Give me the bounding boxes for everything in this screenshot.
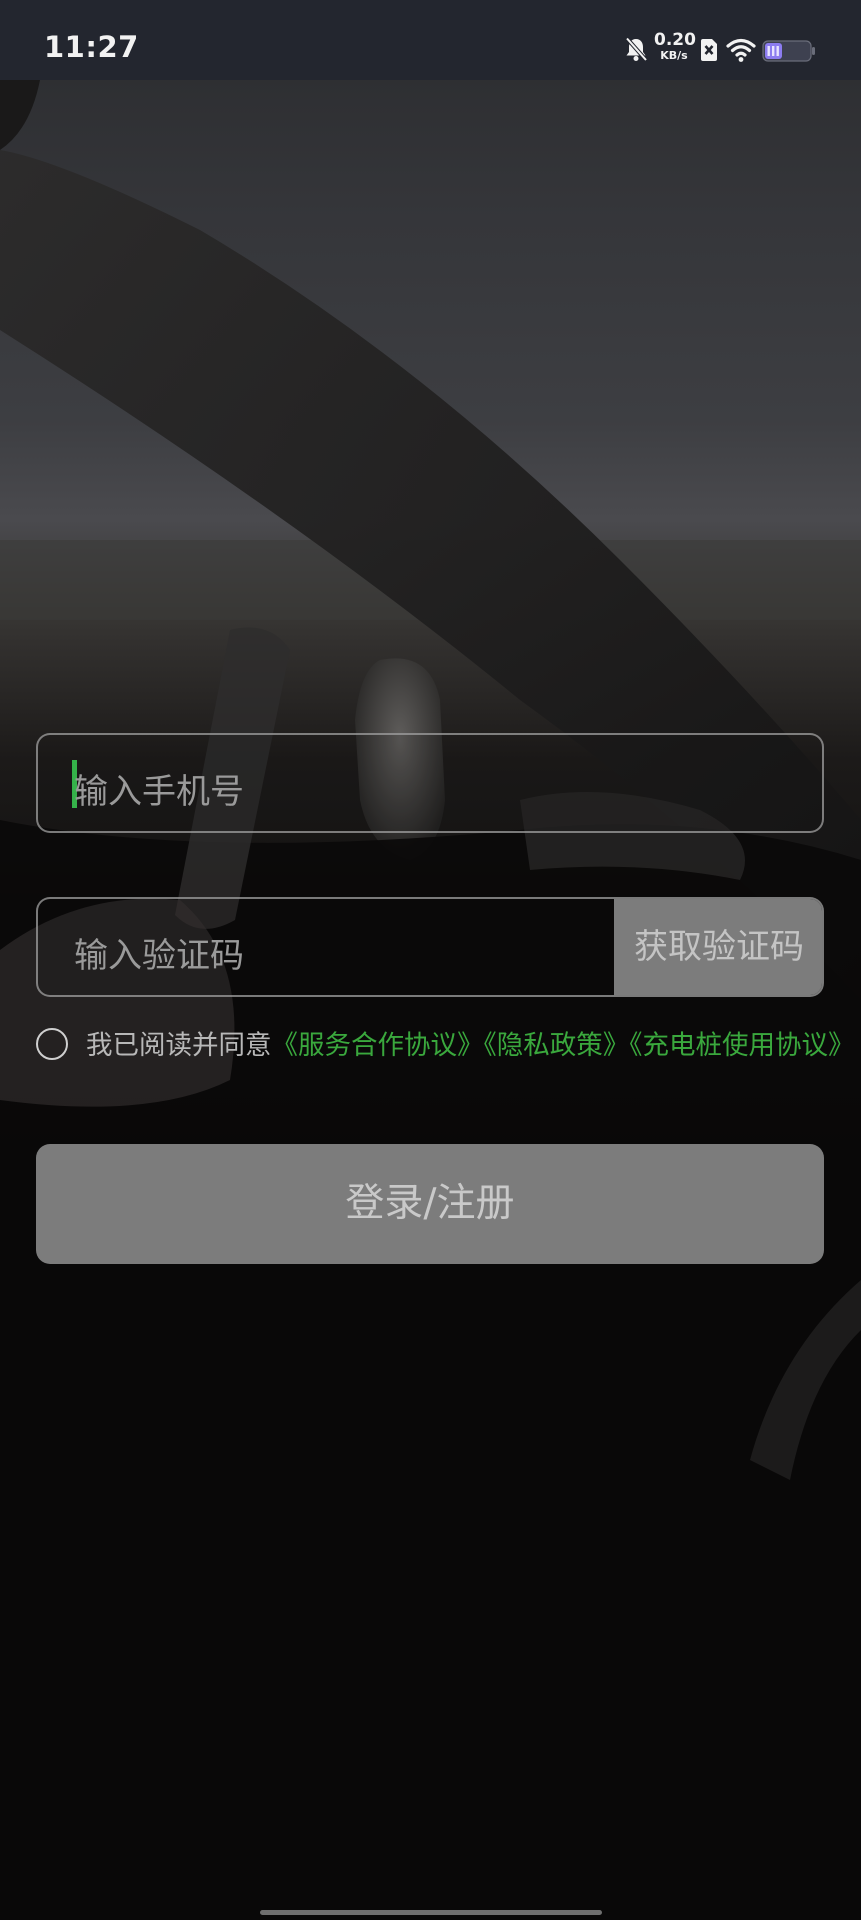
- agreement-checkbox[interactable]: [36, 1028, 68, 1060]
- phone-input[interactable]: 输入手机号: [36, 733, 824, 833]
- home-indicator[interactable]: [260, 1910, 602, 1915]
- charger-agreement-link[interactable]: 《充电桩使用协议》: [629, 1030, 854, 1061]
- privacy-policy-link[interactable]: 《隐私政策》: [484, 1030, 630, 1061]
- status-time: 11:27: [44, 30, 139, 64]
- login-screen: 11:27 0.20 KB/s 输入手机号 输入验证码 获取验证码 我已阅读并同…: [0, 0, 861, 1920]
- agreement-prefix: 我已阅读并同意: [86, 1030, 272, 1061]
- agreement-text: 我已阅读并同意《服务合作协议》《隐私政策》《充电桩使用协议》: [86, 1022, 856, 1069]
- wifi-icon: [726, 37, 756, 67]
- login-register-button[interactable]: 登录/注册: [36, 1144, 824, 1264]
- service-agreement-link[interactable]: 《服务合作协议》: [272, 1030, 484, 1061]
- network-speed-unit: KB/s: [660, 49, 688, 62]
- code-placeholder: 输入验证码: [74, 936, 244, 976]
- bell-muted-icon: [624, 36, 648, 66]
- sim-blocked-icon: [699, 38, 719, 66]
- phone-placeholder: 输入手机号: [74, 772, 244, 812]
- network-speed-value: 0.20: [654, 30, 696, 50]
- get-code-button[interactable]: 获取验证码: [614, 899, 822, 995]
- network-speed: 0.20 KB/s: [654, 30, 696, 62]
- battery-icon: [762, 40, 816, 66]
- status-bar: 11:27 0.20 KB/s: [0, 0, 861, 80]
- verification-code-input[interactable]: 输入验证码 获取验证码: [36, 897, 824, 997]
